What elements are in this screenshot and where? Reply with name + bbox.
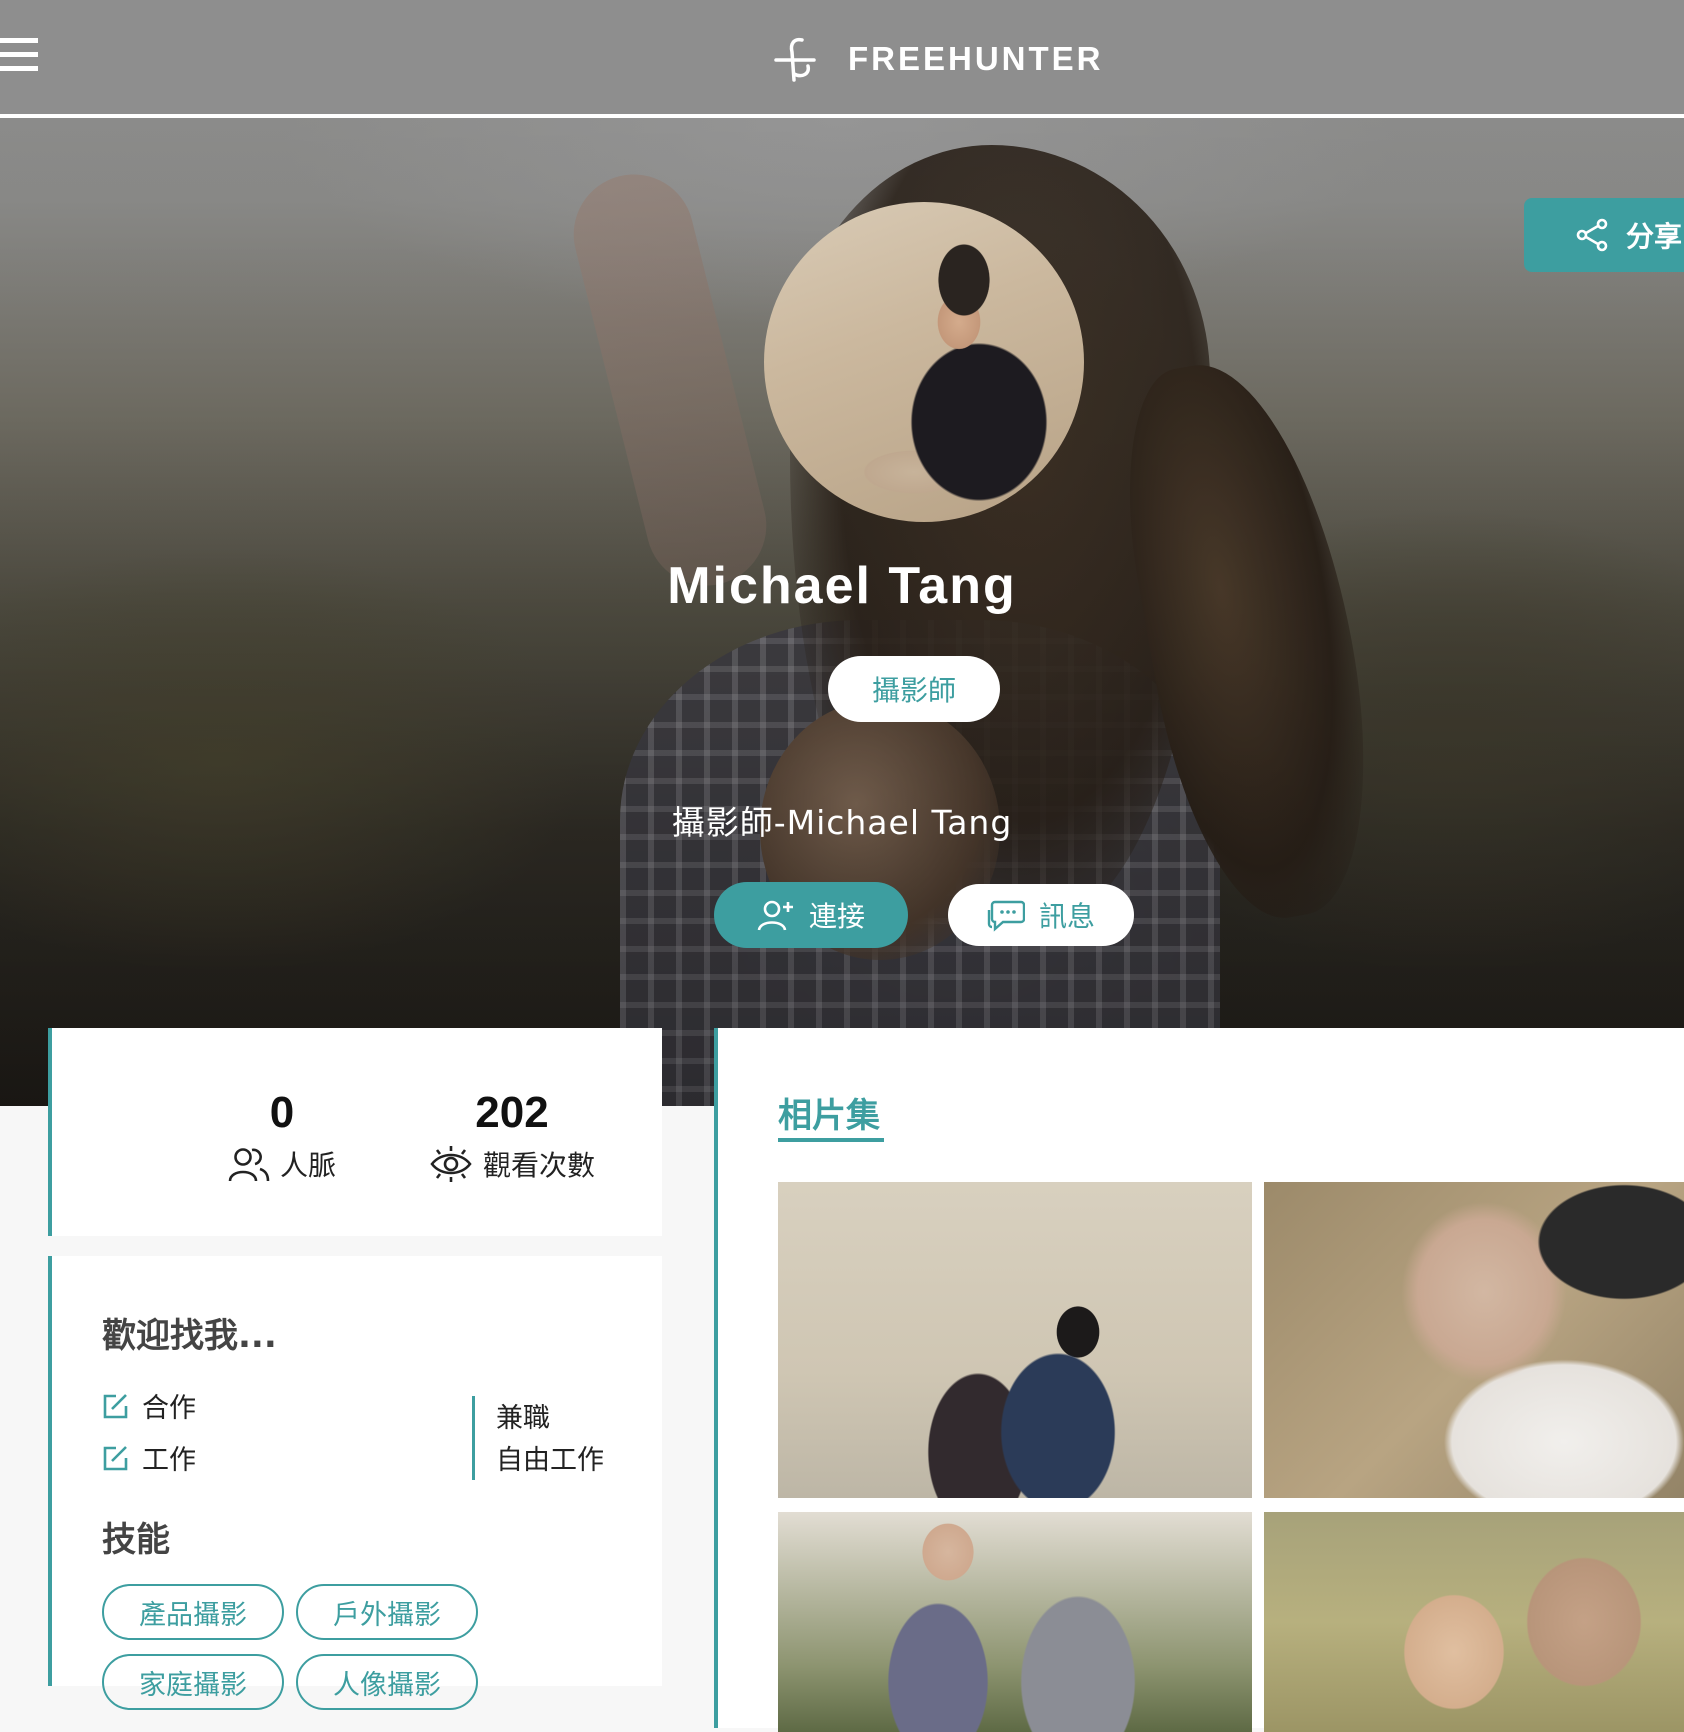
gallery-title-underline [778, 1138, 884, 1142]
divider [472, 1396, 475, 1480]
role-badge: 攝影師 [828, 656, 1000, 722]
connect-button[interactable]: 連接 [714, 882, 908, 948]
gallery-card: 相片集 [714, 1028, 1684, 1732]
bride-groom-photo[interactable] [1264, 1182, 1684, 1498]
share-icon [1576, 218, 1608, 252]
profile-name: Michael Tang [667, 557, 1017, 615]
skills-title: 技能 [102, 1520, 170, 1560]
couple-plaid-photo[interactable] [778, 1512, 1252, 1732]
freehunter-logo-icon [774, 37, 816, 82]
skill-tag[interactable]: 戶外攝影 [296, 1584, 478, 1640]
option-cooperation: 合作 [102, 1386, 196, 1425]
views-label: 觀看次數 [482, 1149, 595, 1182]
profile-headline: 攝影師-Michael Tang [671, 803, 1013, 842]
welcome-card: 歡迎找我... 合作 工作 兼職 自由工作 技能 產品攝影 戶外攝影 家庭攝影 … [48, 1256, 662, 1710]
views-stat: 202 觀看次數 [392, 1088, 632, 1184]
top-navbar: FREEHUNTER [0, 0, 1684, 118]
skill-tag[interactable]: 人像攝影 [296, 1654, 478, 1710]
avatar[interactable] [764, 202, 1084, 522]
work-type-parttime: 兼職 [496, 1403, 550, 1434]
option-work: 工作 [102, 1438, 196, 1477]
share-label: 分享 [1626, 220, 1683, 253]
couple-embrace-photo[interactable] [778, 1182, 1252, 1498]
connections-count: 0 [269, 1088, 295, 1137]
people-icon [228, 1148, 270, 1182]
brand-link[interactable]: FREEHUNTER [772, 34, 1104, 84]
gallery-title[interactable]: 相片集 [778, 1088, 880, 1137]
brand-name: FREEHUNTER [848, 40, 1104, 77]
edit-check-icon [103, 1445, 128, 1470]
hamburger-menu-icon[interactable] [0, 38, 38, 78]
skill-tag[interactable]: 產品攝影 [102, 1584, 284, 1640]
welcome-title: 歡迎找我... [102, 1316, 277, 1356]
message-button[interactable]: 訊息 [948, 884, 1134, 946]
add-user-icon [757, 900, 793, 931]
connections-stat[interactable]: 0 人脈 [172, 1088, 392, 1184]
skill-tag[interactable]: 家庭攝影 [102, 1654, 284, 1710]
edit-check-icon [103, 1393, 128, 1418]
views-count: 202 [475, 1088, 549, 1137]
message-label: 訊息 [1038, 900, 1095, 933]
option-label: 工作 [142, 1445, 196, 1476]
share-button[interactable]: 分享 [1524, 198, 1684, 272]
option-label: 合作 [142, 1393, 196, 1424]
connections-label: 人脈 [279, 1149, 336, 1182]
work-type-freelance: 自由工作 [496, 1445, 604, 1476]
connect-label: 連接 [808, 900, 865, 933]
stats-card: 0 人脈 202 觀看次數 [48, 1028, 662, 1236]
eye-icon [430, 1146, 472, 1182]
chat-bubble-icon [987, 900, 1025, 932]
couple-closeup-photo[interactable] [1264, 1512, 1684, 1732]
